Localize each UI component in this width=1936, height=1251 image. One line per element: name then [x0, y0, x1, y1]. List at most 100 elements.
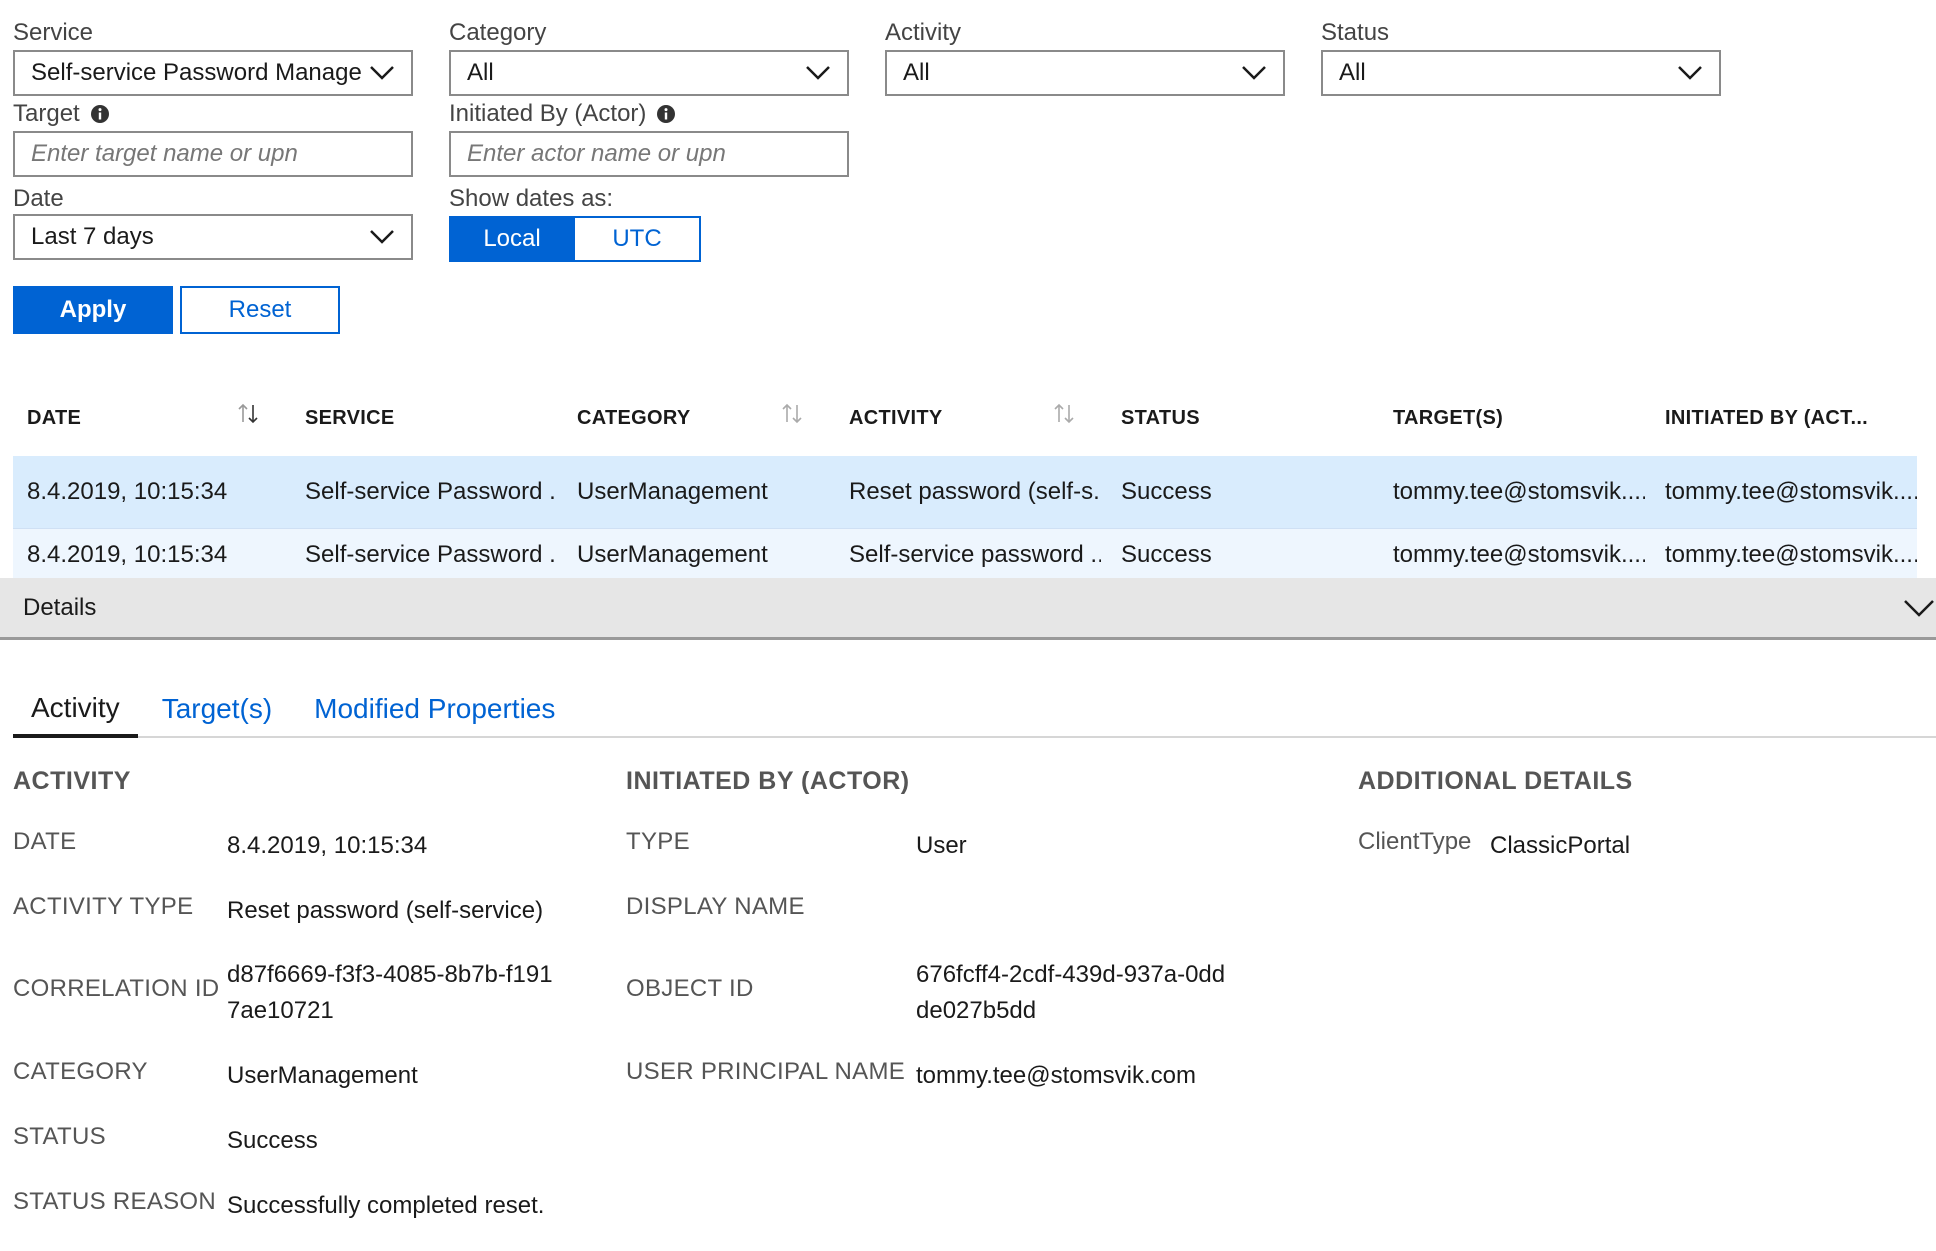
category-filter: Category All — [449, 18, 849, 96]
field-value: Successfully completed reset. — [227, 1192, 545, 1219]
service-label: Service — [13, 19, 94, 46]
cell-activity: Reset password (self-s... — [849, 478, 1101, 505]
chevron-down-icon[interactable] — [1902, 598, 1936, 618]
cell-category: UserManagement — [577, 478, 768, 505]
cell-category: UserManagement — [577, 541, 768, 568]
service-value: Self-service Password Manage... — [31, 59, 361, 86]
date-value: Last 7 days — [31, 223, 154, 250]
cell-targets: tommy.tee@stomsvik.... — [1393, 478, 1645, 505]
activity-section: ACTIVITY — [13, 761, 131, 801]
category-select[interactable]: All — [449, 50, 849, 96]
tab-modified-properties[interactable]: Modified Properties — [296, 682, 573, 736]
info-icon[interactable] — [90, 104, 110, 124]
column-header-activity[interactable]: ACTIVITY — [829, 380, 1101, 456]
table-header: DATE SERVICE CATEGORY ACTIVITY STATUS TA… — [13, 380, 1917, 456]
cell-targets: tommy.tee@stomsvik.... — [1393, 541, 1645, 568]
field-key: TYPE — [626, 828, 690, 855]
column-header-label: ACTIVITY — [849, 406, 943, 429]
cell-initiated-by: tommy.tee@stomsvik.... — [1665, 478, 1917, 505]
field-value: UserManagement — [227, 1062, 418, 1089]
activity-select[interactable]: All — [885, 50, 1285, 96]
reset-button[interactable]: Reset — [180, 286, 340, 334]
field-key: OBJECT ID — [626, 975, 754, 1002]
service-select[interactable]: Self-service Password Manage... — [13, 50, 413, 96]
column-header-initiated-by[interactable]: INITIATED BY (ACT... — [1645, 380, 1917, 456]
field-value: d87f6669-f3f3-4085-8b7b-f1917ae10721 — [227, 961, 553, 1024]
chevron-down-icon — [1678, 66, 1702, 80]
column-header-date[interactable]: DATE — [13, 380, 285, 456]
additional-details-heading: ADDITIONAL DETAILS — [1358, 767, 1633, 795]
activity-label: Activity — [885, 19, 962, 46]
audit-logs-page: Service Self-service Password Manage... … — [0, 0, 1936, 1251]
cell-service: Self-service Password ... — [305, 541, 557, 568]
field-key: STATUS REASON — [13, 1188, 217, 1215]
info-icon[interactable] — [656, 104, 676, 124]
local-option[interactable]: Local — [449, 216, 575, 262]
cell-activity: Self-service password ... — [849, 541, 1101, 568]
column-header-label: CATEGORY — [577, 406, 691, 429]
sort-icon[interactable] — [235, 402, 261, 426]
actor-label: Initiated By (Actor) — [449, 100, 647, 127]
target-label: Target — [13, 100, 80, 127]
table-row[interactable]: 8.4.2019, 10:15:34 Self-service Password… — [13, 529, 1917, 581]
actor-section-heading: INITIATED BY (ACTOR) — [626, 767, 910, 795]
audit-log-table: DATE SERVICE CATEGORY ACTIVITY STATUS TA… — [13, 380, 1917, 581]
column-header-label: TARGET(S) — [1393, 406, 1504, 429]
field-key: STATUS — [13, 1123, 106, 1150]
field-value: ClassicPortal — [1490, 832, 1631, 859]
field-key: USER PRINCIPAL NAME — [626, 1058, 906, 1085]
target-filter: Target Enter target name or upn — [13, 99, 413, 177]
column-header-targets[interactable]: TARGET(S) — [1373, 380, 1645, 456]
field-key: CORRELATION ID — [13, 975, 220, 1002]
date-select[interactable]: Last 7 days — [13, 214, 413, 260]
column-header-label: DATE — [27, 406, 82, 429]
apply-button[interactable]: Apply — [13, 286, 173, 334]
status-select[interactable]: All — [1321, 50, 1721, 96]
status-filter: Status All — [1321, 18, 1721, 96]
chevron-down-icon — [806, 66, 830, 80]
chevron-down-icon — [370, 230, 394, 244]
field-key: DATE — [13, 828, 77, 855]
status-label: Status — [1321, 19, 1390, 46]
utc-option[interactable]: UTC — [575, 216, 701, 262]
category-label: Category — [449, 19, 547, 46]
target-input[interactable]: Enter target name or upn — [13, 131, 413, 177]
sort-icon[interactable] — [1051, 402, 1077, 426]
chevron-down-icon — [370, 66, 394, 80]
actor-placeholder: Enter actor name or upn — [467, 140, 726, 167]
details-title: Details — [23, 593, 97, 621]
cell-date: 8.4.2019, 10:15:34 — [27, 478, 228, 505]
field-key: ACTIVITY TYPE — [13, 893, 194, 920]
field-key: CATEGORY — [13, 1058, 148, 1085]
date-label: Date — [13, 185, 64, 212]
show-dates-toggle: Local UTC — [449, 216, 701, 262]
column-header-status[interactable]: STATUS — [1101, 380, 1373, 456]
tab-activity[interactable]: Activity — [13, 682, 138, 738]
date-filter: Date Last 7 days — [13, 184, 413, 260]
cell-service: Self-service Password ... — [305, 478, 557, 505]
show-dates-field: Show dates as: — [449, 184, 613, 214]
actor-label-row: Initiated By (Actor) — [449, 99, 849, 129]
column-header-category[interactable]: CATEGORY — [557, 380, 829, 456]
category-value: All — [467, 59, 494, 86]
show-dates-label: Show dates as: — [449, 185, 614, 212]
field-key: DISPLAY NAME — [626, 893, 805, 920]
cell-date: 8.4.2019, 10:15:34 — [27, 541, 228, 568]
tab-targets[interactable]: Target(s) — [144, 682, 290, 736]
cell-initiated-by: tommy.tee@stomsvik.... — [1665, 541, 1917, 568]
additional-details-section: ADDITIONAL DETAILS — [1358, 761, 1633, 801]
actor-section: INITIATED BY (ACTOR) — [626, 761, 910, 801]
field-value: User — [916, 832, 967, 859]
details-tabs: Activity Target(s) Modified Properties — [13, 682, 1936, 738]
column-header-service[interactable]: SERVICE — [285, 380, 557, 456]
actor-filter: Initiated By (Actor) Enter actor name or… — [449, 99, 849, 177]
field-value: tommy.tee@stomsvik.com — [916, 1062, 1196, 1089]
activity-section-heading: ACTIVITY — [13, 767, 131, 795]
field-value: Success — [227, 1127, 318, 1154]
details-panel-header[interactable]: Details — [0, 578, 1936, 640]
actor-input[interactable]: Enter actor name or upn — [449, 131, 849, 177]
table-row[interactable]: 8.4.2019, 10:15:34 Self-service Password… — [13, 456, 1917, 529]
field-value: Reset password (self-service) — [227, 897, 544, 924]
cell-status: Success — [1121, 541, 1212, 568]
sort-icon[interactable] — [779, 402, 805, 426]
